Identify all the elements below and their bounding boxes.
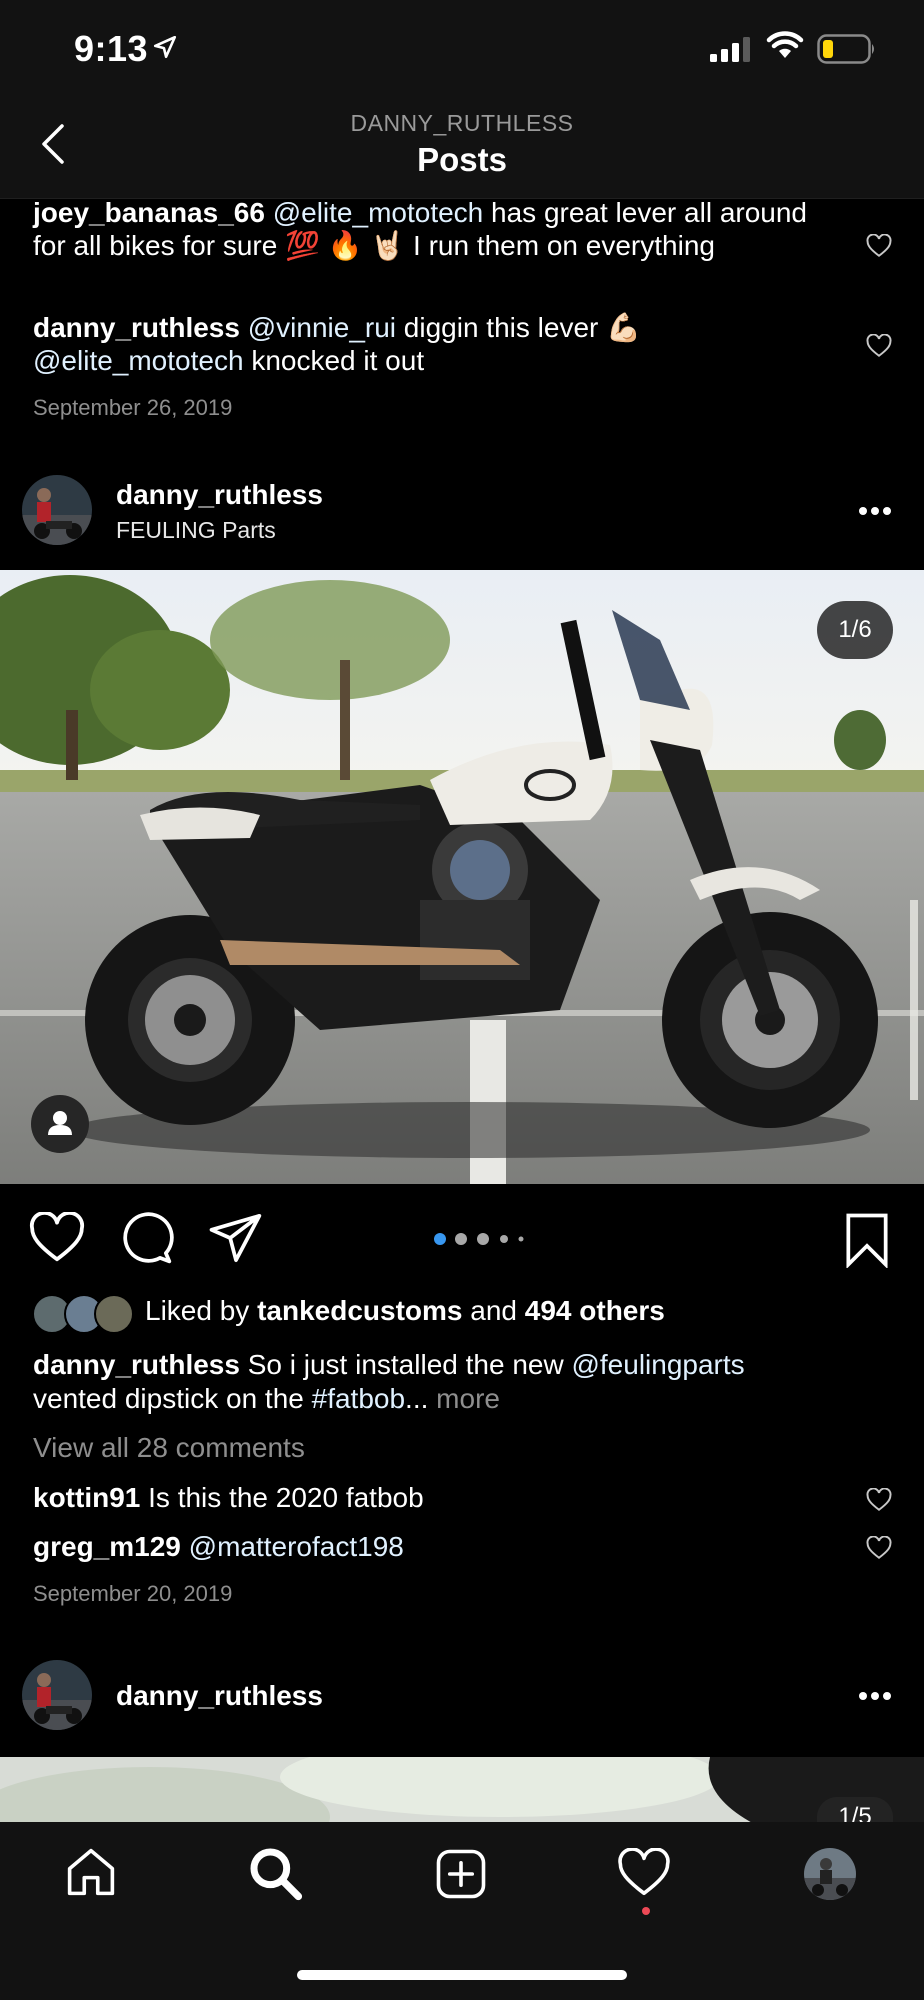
comment-mention[interactable]: @elite_mototech — [33, 345, 244, 376]
activity-heart-icon[interactable] — [617, 1848, 671, 1898]
liked-by-user[interactable]: tankedcustoms — [257, 1295, 462, 1326]
share-send-icon[interactable] — [208, 1212, 264, 1264]
caption-text: So i just installed the new — [239, 1349, 572, 1380]
tagged-user-button[interactable] — [31, 1095, 89, 1153]
avatar-image — [804, 1848, 856, 1900]
comment-user[interactable]: greg_m129 — [33, 1531, 181, 1562]
person-icon — [48, 1111, 72, 1135]
comment-text: Is this the 2020 fatbob — [140, 1482, 424, 1513]
home-icon[interactable] — [64, 1845, 118, 1899]
avatar-image — [22, 1660, 92, 1730]
liked-by-others[interactable]: 494 others — [525, 1295, 665, 1326]
comment: joey_bananas_66 @elite_mototech has grea… — [33, 196, 833, 262]
post-username[interactable]: danny_ruthless — [116, 479, 323, 511]
comment-user[interactable]: danny_ruthless — [33, 312, 240, 343]
like-comment-heart-icon[interactable] — [866, 1536, 892, 1560]
post-date: September 26, 2019 — [33, 395, 233, 420]
nav-title: Posts — [417, 141, 507, 178]
motorcycle-photo — [0, 570, 924, 1184]
battery-icon — [817, 34, 874, 64]
caption-user[interactable]: danny_ruthless — [33, 1349, 240, 1380]
post-date: September 20, 2019 — [33, 1581, 233, 1606]
carousel-page-indicator — [434, 1233, 524, 1245]
post-image[interactable] — [0, 1757, 924, 1827]
like-comment-heart-icon[interactable] — [866, 334, 892, 358]
comment: danny_ruthless @vinnie_rui diggin this l… — [33, 311, 833, 377]
comment-user[interactable]: kottin91 — [33, 1482, 140, 1513]
liker-avatars[interactable] — [32, 1293, 134, 1335]
comment-mention[interactable]: @elite_mototech — [273, 197, 484, 228]
post-caption: danny_ruthless So i just installed the n… — [33, 1348, 893, 1416]
post-location[interactable]: FEULING Parts — [116, 517, 276, 544]
view-all-comments-link[interactable]: View all 28 comments — [33, 1432, 305, 1464]
location-arrow-icon — [153, 35, 177, 59]
cellular-signal-icon — [710, 37, 750, 62]
caption-ellipsis: ... — [405, 1383, 437, 1414]
notification-dot — [642, 1907, 650, 1915]
create-post-icon[interactable] — [434, 1847, 488, 1901]
comment-bubble-icon[interactable] — [118, 1210, 174, 1266]
comment-mention[interactable]: @matterofact198 — [181, 1531, 404, 1562]
liked-by-text: Liked by tankedcustoms and 494 others — [145, 1295, 665, 1327]
wifi-icon — [766, 31, 804, 58]
more-options-icon[interactable] — [858, 506, 892, 516]
profile-tab-avatar[interactable] — [804, 1848, 856, 1900]
avatar[interactable] — [22, 475, 92, 545]
next-post-photo — [0, 1757, 924, 1827]
like-comment-heart-icon[interactable] — [866, 234, 892, 258]
like-heart-icon[interactable] — [28, 1212, 86, 1264]
status-time: 9:13 — [74, 28, 149, 69]
comment-mention[interactable]: @vinnie_rui — [248, 312, 396, 343]
nav-subtitle: DANNY_RUTHLESS — [350, 110, 574, 136]
comment-user[interactable]: joey_bananas_66 — [33, 197, 265, 228]
comment: greg_m129 @matterofact198 — [33, 1530, 833, 1563]
avatar-image — [22, 475, 92, 545]
comment-text: knocked it out — [243, 345, 425, 376]
save-bookmark-icon[interactable] — [842, 1212, 892, 1268]
comment: kottin91 Is this the 2020 fatbob — [33, 1481, 833, 1514]
comment-text: diggin this lever 💪🏻 — [396, 312, 641, 343]
caption-mention[interactable]: @feulingparts — [571, 1349, 744, 1380]
post-image[interactable] — [0, 570, 924, 1184]
caption-text: vented dipstick on the — [33, 1383, 312, 1414]
post-username[interactable]: danny_ruthless — [116, 1680, 323, 1712]
image-counter: 1/6 — [817, 601, 893, 659]
caption-hashtag[interactable]: #fatbob — [312, 1383, 405, 1414]
search-icon[interactable] — [247, 1845, 303, 1901]
liked-by-mid: and — [462, 1295, 525, 1326]
like-comment-heart-icon[interactable] — [866, 1488, 892, 1512]
avatar[interactable] — [22, 1660, 92, 1730]
caption-more-link[interactable]: more — [436, 1383, 500, 1414]
home-indicator — [297, 1970, 627, 1980]
liked-by-prefix: Liked by — [145, 1295, 258, 1326]
more-options-icon[interactable] — [858, 1691, 892, 1701]
